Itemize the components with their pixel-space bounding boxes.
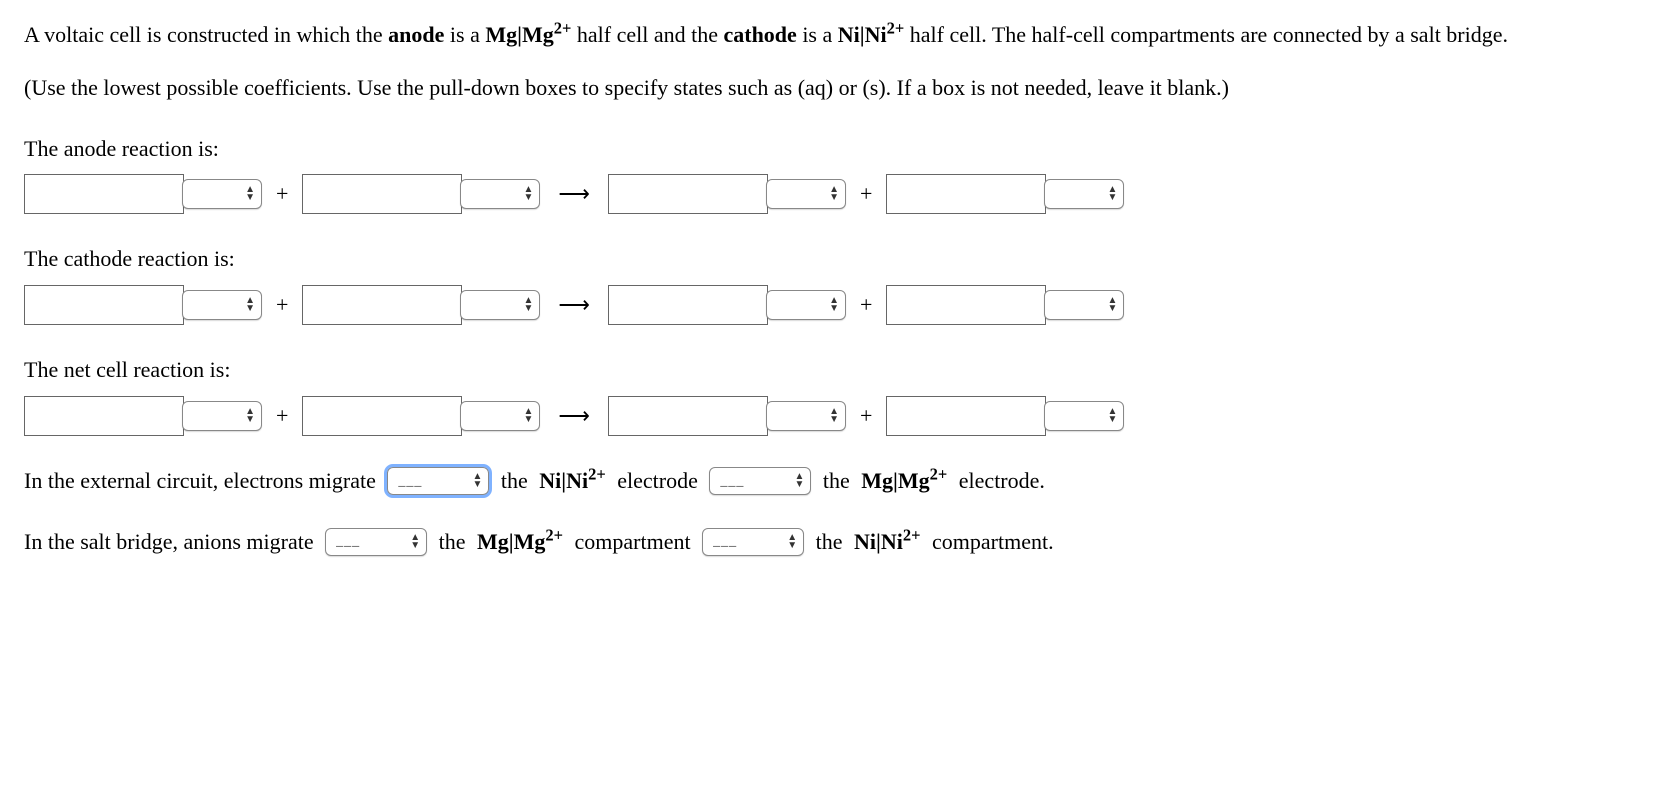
reactant-1: ▲▼ (24, 285, 262, 325)
compartment-1: Mg|Mg2+ (477, 527, 563, 558)
sentence-text: the (433, 527, 471, 558)
cathode-equation-row: ▲▼ + ▲▼ ⟶ ▲▼ + ▲▼ (24, 285, 1634, 325)
electron-direction-1-select[interactable]: ___ ▲▼ (387, 467, 489, 495)
half-cell-2: Ni|Ni2+ (838, 22, 905, 47)
sentence-text: electrode (612, 466, 704, 497)
updown-icon: ▲▼ (1107, 408, 1117, 424)
anode-reactant-1-state-select[interactable]: ▲▼ (182, 179, 262, 209)
cathode-product-2-state-select[interactable]: ▲▼ (1044, 290, 1124, 320)
updown-icon: ▲▼ (524, 408, 534, 424)
cathode-product-1-input[interactable] (608, 285, 768, 325)
updown-icon: ▲▼ (1107, 186, 1117, 202)
electrode-2: Mg|Mg2+ (861, 466, 947, 497)
anode-product-2-state-select[interactable]: ▲▼ (1044, 179, 1124, 209)
reactant-2: ▲▼ (302, 396, 540, 436)
sentence-text: electrode. (953, 466, 1045, 497)
anode-product-2-input[interactable] (886, 174, 1046, 214)
reactant-1: ▲▼ (24, 174, 262, 214)
plus-operator: + (860, 401, 872, 432)
sentence-text: compartment. (927, 527, 1054, 558)
sentence-text: the (495, 466, 533, 497)
intro-text: half cell and the (571, 22, 723, 47)
cathode-reactant-1-input[interactable] (24, 285, 184, 325)
updown-icon: ▲▼ (245, 408, 255, 424)
sentence-text: In the external circuit, electrons migra… (24, 466, 381, 497)
reaction-arrow-icon: ⟶ (558, 401, 590, 432)
intro-text: half cell. The half-cell compartments ar… (904, 22, 1508, 47)
reaction-arrow-icon: ⟶ (558, 179, 590, 210)
plus-operator: + (860, 290, 872, 321)
updown-icon: ▲▼ (787, 534, 797, 550)
anion-direction-2-select[interactable]: ___ ▲▼ (702, 528, 804, 556)
net-equation-row: ▲▼ + ▲▼ ⟶ ▲▼ + ▲▼ (24, 396, 1634, 436)
anode-equation-row: ▲▼ + ▲▼ ⟶ ▲▼ + ▲▼ (24, 174, 1634, 214)
product-1: ▲▼ (608, 174, 846, 214)
updown-icon: ▲▼ (245, 297, 255, 313)
net-product-2-state-select[interactable]: ▲▼ (1044, 401, 1124, 431)
product-2: ▲▼ (886, 396, 1124, 436)
reactant-2: ▲▼ (302, 285, 540, 325)
updown-icon: ▲▼ (410, 534, 420, 550)
updown-icon: ▲▼ (829, 408, 839, 424)
cathode-reactant-2-state-select[interactable]: ▲▼ (460, 290, 540, 320)
updown-icon: ▲▼ (472, 473, 482, 489)
electron-migration-sentence: In the external circuit, electrons migra… (24, 466, 1634, 497)
product-2: ▲▼ (886, 285, 1124, 325)
updown-icon: ▲▼ (524, 297, 534, 313)
anode-reactant-2-state-select[interactable]: ▲▼ (460, 179, 540, 209)
net-reactant-2-state-select[interactable]: ▲▼ (460, 401, 540, 431)
electrode-1: Ni|Ni2+ (539, 466, 606, 497)
intro-text: is a (797, 22, 838, 47)
updown-icon: ▲▼ (524, 186, 534, 202)
intro-text: A voltaic cell is constructed in which t… (24, 22, 388, 47)
reactant-2: ▲▼ (302, 174, 540, 214)
net-label: The net cell reaction is: (24, 355, 1634, 386)
cathode-product-1-state-select[interactable]: ▲▼ (766, 290, 846, 320)
updown-icon: ▲▼ (829, 186, 839, 202)
anion-direction-1-select[interactable]: ___ ▲▼ (325, 528, 427, 556)
instruction-text: (Use the lowest possible coefficients. U… (24, 73, 1634, 104)
electron-direction-2-select[interactable]: ___ ▲▼ (709, 467, 811, 495)
product-2: ▲▼ (886, 174, 1124, 214)
updown-icon: ▲▼ (1107, 297, 1117, 313)
cathode-reactant-2-input[interactable] (302, 285, 462, 325)
net-reactant-1-state-select[interactable]: ▲▼ (182, 401, 262, 431)
anode-reactant-2-input[interactable] (302, 174, 462, 214)
anode-label: The anode reaction is: (24, 134, 1634, 165)
updown-icon: ▲▼ (829, 297, 839, 313)
anode-word: anode (388, 22, 444, 47)
anion-migration-sentence: In the salt bridge, anions migrate ___ ▲… (24, 527, 1634, 558)
plus-operator: + (276, 290, 288, 321)
sentence-text: the (810, 527, 848, 558)
plus-operator: + (860, 179, 872, 210)
product-1: ▲▼ (608, 285, 846, 325)
updown-icon: ▲▼ (794, 473, 804, 489)
net-reactant-1-input[interactable] (24, 396, 184, 436)
net-product-1-state-select[interactable]: ▲▼ (766, 401, 846, 431)
product-1: ▲▼ (608, 396, 846, 436)
cathode-reactant-1-state-select[interactable]: ▲▼ (182, 290, 262, 320)
reactant-1: ▲▼ (24, 396, 262, 436)
intro-paragraph: A voltaic cell is constructed in which t… (24, 20, 1634, 51)
sentence-text: compartment (569, 527, 696, 558)
compartment-2: Ni|Ni2+ (854, 527, 921, 558)
sentence-text: In the salt bridge, anions migrate (24, 527, 319, 558)
net-reactant-2-input[interactable] (302, 396, 462, 436)
net-product-1-input[interactable] (608, 396, 768, 436)
anode-reactant-1-input[interactable] (24, 174, 184, 214)
cathode-product-2-input[interactable] (886, 285, 1046, 325)
anode-product-1-state-select[interactable]: ▲▼ (766, 179, 846, 209)
net-product-2-input[interactable] (886, 396, 1046, 436)
half-cell-1: Mg|Mg2+ (485, 22, 571, 47)
sentence-text: the (817, 466, 855, 497)
plus-operator: + (276, 401, 288, 432)
intro-text: is a (444, 22, 485, 47)
anode-product-1-input[interactable] (608, 174, 768, 214)
cathode-label: The cathode reaction is: (24, 244, 1634, 275)
cathode-word: cathode (723, 22, 796, 47)
updown-icon: ▲▼ (245, 186, 255, 202)
plus-operator: + (276, 179, 288, 210)
reaction-arrow-icon: ⟶ (558, 290, 590, 321)
